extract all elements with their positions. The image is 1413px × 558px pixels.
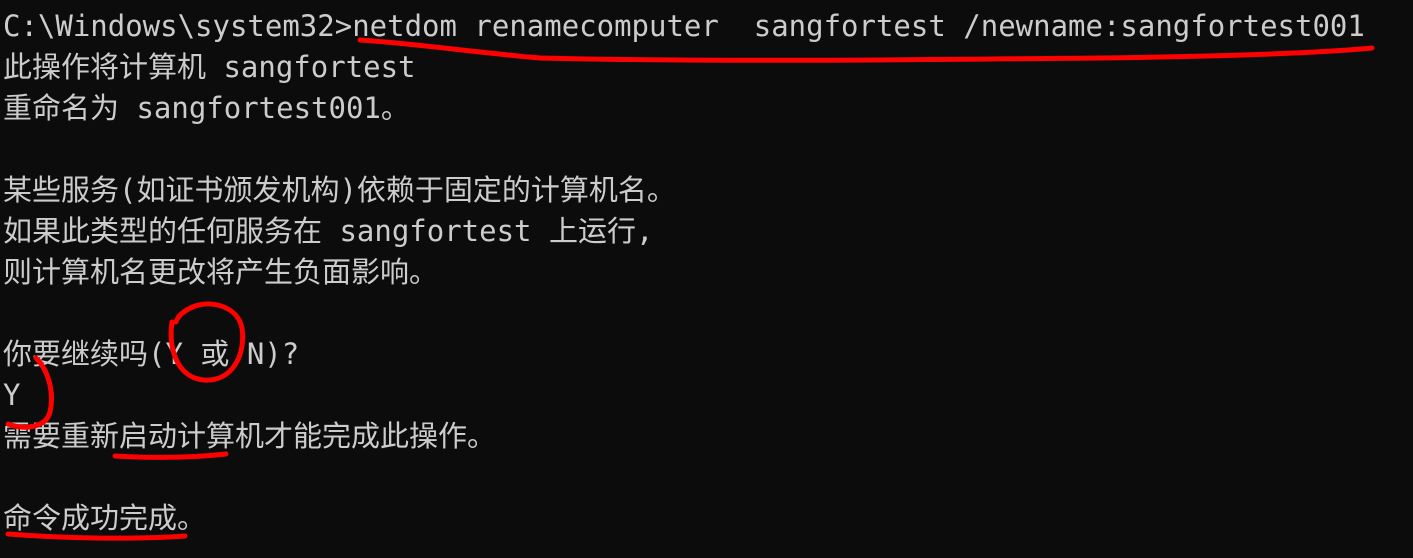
command-prompt-window[interactable]: C:\Windows\system32>netdom renamecompute… (0, 0, 1413, 558)
output-line-warning-3: 则计算机名更改将产生负面影响。 (3, 255, 439, 289)
output-line-warning-2: 如果此类型的任何服务在 sangfortest 上运行, (3, 214, 654, 248)
user-input-line: Y (3, 378, 21, 412)
command-line: C:\Windows\system32>netdom renamecompute… (3, 9, 1365, 43)
output-line-rename-2: 重命名为 sangfortest001。 (3, 91, 410, 125)
output-line-rename-1: 此操作将计算机 sangfortest (3, 50, 416, 84)
output-line-restart: 需要重新启动计算机才能完成此操作。 (3, 419, 497, 453)
output-line-warning-1: 某些服务(如证书颁发机构)依赖于固定的计算机名。 (3, 173, 676, 207)
output-line-success: 命令成功完成。 (3, 501, 207, 535)
confirm-prompt-line: 你要继续吗(Y 或 N)? (3, 337, 300, 371)
